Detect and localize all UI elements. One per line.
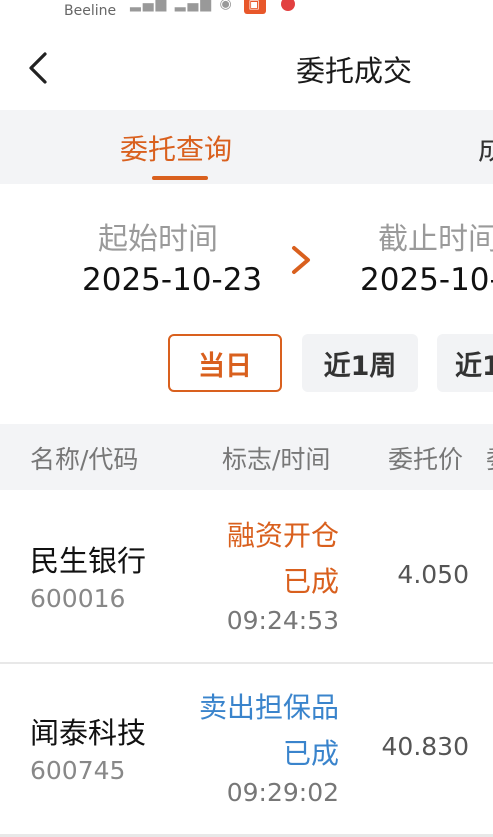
nav-bar: 委托成交 <box>0 28 493 108</box>
alert-icon <box>280 0 295 11</box>
chevron-left-icon <box>29 52 47 84</box>
end-date-label: 截止时间 <box>378 222 493 257</box>
start-date-label: 起始时间 <box>98 222 218 257</box>
tab-active-indicator <box>152 176 208 180</box>
page-title: 委托成交 <box>296 54 413 88</box>
date-range: 起始时间 2025-10-23 截止时间 2025-10-23 <box>0 200 493 310</box>
filter-month-button[interactable]: 近1 <box>437 334 493 392</box>
order-flag: 卖出担保品 <box>198 691 339 724</box>
order-status: 已成 <box>282 737 339 770</box>
status-icons: ▂▄▆ ▂▄▆ ◉ ▣ <box>130 0 295 14</box>
chevron-right-icon <box>292 246 310 274</box>
column-header-quantity: 委 <box>486 440 493 476</box>
stock-name: 民生银行 <box>30 544 147 578</box>
tab-order-query[interactable]: 委托查询 <box>120 128 232 168</box>
status-bar: Beeline ▂▄▆ ▂▄▆ ◉ ▣ <box>0 0 493 26</box>
table-header: 名称/代码 标志/时间 委托价 委 <box>0 424 493 490</box>
table-row[interactable]: 民生银行 600016 融资开仓 已成 09:24:53 4.050 <box>0 492 493 664</box>
column-header-price: 委托价 <box>388 445 464 474</box>
quick-filters: 当日 近1周 近1 <box>0 334 493 394</box>
signal-icon: ▂▄▆ <box>130 0 169 12</box>
stock-code: 600016 <box>30 584 126 613</box>
tab-bar: 委托查询 成 <box>0 110 493 184</box>
order-flag: 融资开仓 <box>226 519 339 552</box>
end-date-picker[interactable]: 2025-10-23 <box>360 262 493 298</box>
order-status: 已成 <box>282 565 339 598</box>
wifi-icon: ◉ <box>219 0 234 12</box>
stock-name: 闻泰科技 <box>30 716 147 750</box>
order-time: 09:29:02 <box>226 778 339 807</box>
column-header-name: 名称/代码 <box>30 445 139 474</box>
carrier-name: Beeline <box>64 3 117 19</box>
table-row[interactable]: 闻泰科技 600745 卖出担保品 已成 09:29:02 40.830 <box>0 664 493 836</box>
signal-icon: ▂▄▆ <box>174 0 214 12</box>
filter-today-button[interactable]: 当日 <box>168 334 282 392</box>
order-time: 09:24:53 <box>226 606 339 635</box>
back-button[interactable] <box>20 48 56 88</box>
column-header-flag: 标志/时间 <box>222 445 331 474</box>
tab-trade[interactable]: 成 <box>478 128 493 168</box>
filter-week-button[interactable]: 近1周 <box>302 334 418 392</box>
order-price: 4.050 <box>397 560 469 589</box>
start-date-picker[interactable]: 2025-10-23 <box>82 262 262 298</box>
stock-code: 600745 <box>30 756 126 785</box>
order-price: 40.830 <box>381 732 469 761</box>
notification-icon: ▣ <box>244 0 267 14</box>
